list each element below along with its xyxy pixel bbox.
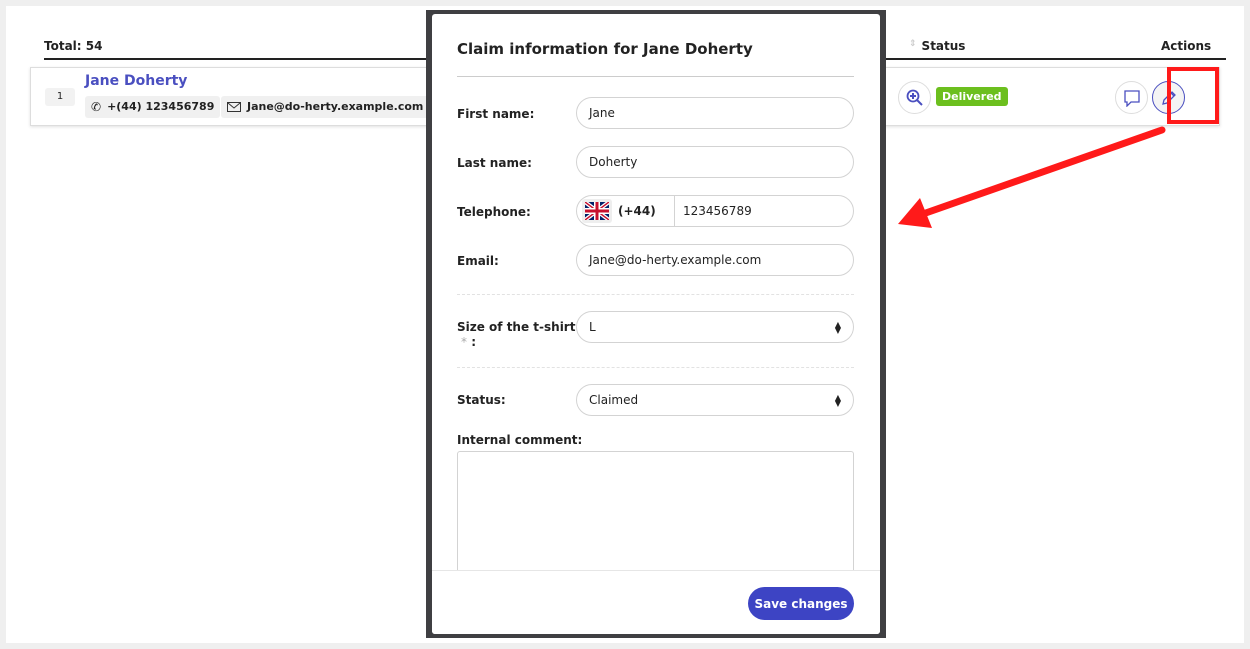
size-label: Size of the t-shirt * : [457, 320, 576, 349]
phone-icon: ✆ [91, 100, 102, 114]
modal-footer: Save changes [432, 570, 880, 634]
comment-button[interactable] [1115, 81, 1148, 114]
actions-column-header: Actions [1161, 39, 1212, 53]
section-divider [457, 294, 854, 295]
select-arrows-icon: ▲ ▼ [834, 393, 841, 408]
required-mark: * [461, 335, 467, 349]
mail-icon [227, 102, 241, 112]
first-name-label: First name: [457, 107, 535, 121]
last-name-input[interactable]: Doherty [576, 146, 854, 178]
sort-icon: ⇕ [909, 39, 917, 49]
status-select[interactable]: Claimed ▲ ▼ [576, 384, 854, 416]
status-column-header[interactable]: ⇕ Status [909, 39, 965, 53]
modal-title: Claim information for Jane Doherty [457, 40, 753, 58]
telephone-input[interactable]: 123456789 [675, 196, 752, 226]
email-label: Email: [457, 254, 499, 268]
row-index: 1 [45, 88, 75, 106]
select-arrows-icon: ▲ ▼ [834, 320, 841, 335]
first-name-input[interactable]: Jane [576, 97, 854, 129]
comment-label: Internal comment: [457, 433, 583, 447]
size-select[interactable]: L ▲ ▼ [576, 311, 854, 343]
comment-icon [1123, 89, 1140, 107]
email-chip: Jane@do-herty.example.com [221, 96, 430, 118]
email-input[interactable]: Jane@do-herty.example.com [576, 244, 854, 276]
uk-flag-icon [582, 199, 612, 223]
save-changes-button[interactable]: Save changes [748, 587, 854, 620]
total-count: Total: 54 [44, 39, 103, 53]
claimant-name-link[interactable]: Jane Doherty [85, 73, 187, 89]
last-name-label: Last name: [457, 156, 532, 170]
telephone-label: Telephone: [457, 205, 531, 219]
telephone-field: (+44) 123456789 [576, 195, 854, 227]
title-divider [457, 76, 854, 77]
section-divider [457, 367, 854, 368]
status-badge: Delivered [936, 87, 1008, 106]
zoom-in-icon [906, 89, 923, 106]
status-label: Status: [457, 393, 506, 407]
country-code-select[interactable]: (+44) [577, 196, 675, 226]
annotation-arrow [898, 126, 1166, 228]
highlight-box [1167, 67, 1219, 124]
claim-modal: Claim information for Jane Doherty First… [432, 14, 880, 634]
phone-chip: ✆ +(44) 123456789 [85, 96, 221, 118]
view-details-button[interactable] [898, 81, 931, 114]
